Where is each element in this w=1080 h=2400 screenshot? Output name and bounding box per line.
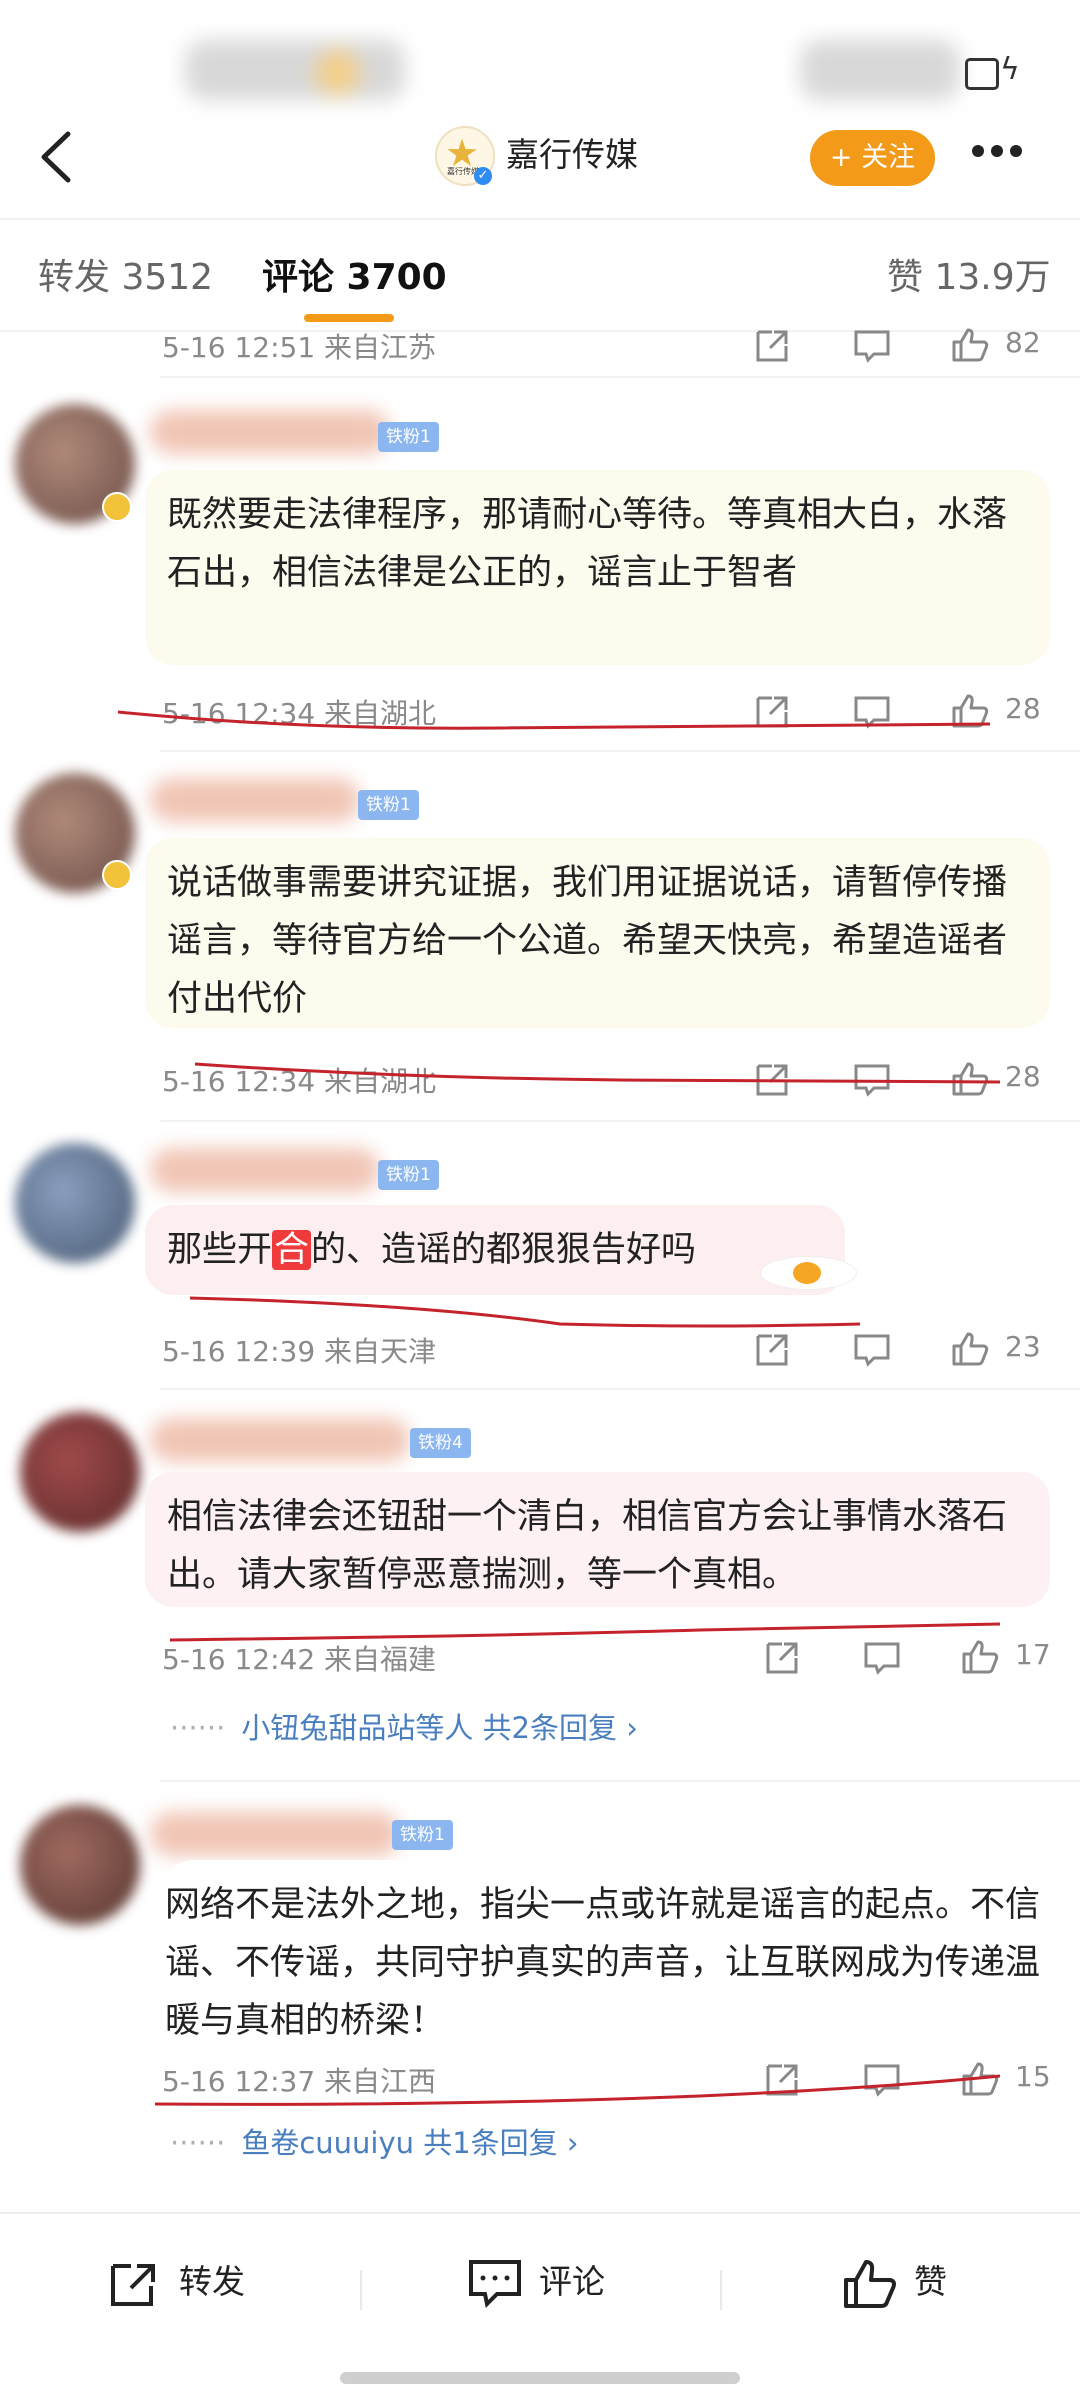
red-annotation-line [117, 710, 991, 730]
comment-button[interactable]: 评论 [465, 2255, 605, 2312]
highlighted-char: 合 [272, 1230, 312, 1270]
status-bar-right [800, 40, 960, 100]
red-annotation-line [154, 2074, 1001, 2106]
comment-text: 网络不是法外之地，指尖一点或许就是谣言的起点。不信谣、不传谣，共同守护真实的声音… [165, 1860, 1065, 2050]
red-annotation-line [189, 1296, 861, 1328]
header-divider [0, 218, 1080, 220]
comment-divider [160, 1120, 1080, 1122]
like-icon [844, 2259, 896, 2308]
more-dot-icon [972, 145, 984, 157]
follow-button[interactable]: + 关注 [810, 130, 935, 186]
comment-text: 相信法律会还钮甜一个清白，相信官方会让事情水落石出。请大家暂停恶意揣测，等一个真… [145, 1472, 1050, 1607]
comment-divider [160, 750, 1080, 752]
tab-likes[interactable]: 赞 13.9万 [887, 248, 1051, 300]
comment-meta: 5-16 12:51 来自江苏 [162, 331, 437, 364]
back-arrow-icon [41, 131, 71, 183]
username[interactable] [150, 1812, 400, 1856]
comment-divider [160, 1780, 1080, 1782]
like-icon[interactable] [950, 326, 990, 364]
red-annotation-line [169, 1622, 1001, 1642]
username[interactable] [150, 1418, 410, 1462]
username[interactable] [150, 778, 360, 822]
replies-label: 小钮兔甜品站等人 共2条回复 › [241, 1711, 638, 1745]
verified-badge-icon [102, 860, 132, 890]
repost-button[interactable]: 转发 [105, 2255, 245, 2312]
verified-badge-icon [102, 492, 132, 522]
comment-divider [160, 1388, 1080, 1390]
comment-text: 既然要走法律程序，那请耐心等待。等真相大白，水落石出，相信法律是公正的，谣言止于… [145, 470, 1050, 665]
charging-icon: ϟ [1000, 52, 1020, 87]
comment-icon[interactable] [852, 328, 892, 364]
bar-divider [360, 2270, 362, 2310]
active-tab-indicator [304, 314, 394, 322]
home-indicator[interactable] [340, 2372, 740, 2384]
tab-comments[interactable]: 评论 3700 [262, 248, 447, 300]
view-replies-link[interactable]: ······ 鱼卷cuuuiyu 共1条回复 › [170, 2120, 578, 2162]
back-button[interactable] [30, 122, 90, 192]
comment-label: 评论 [539, 2262, 605, 2301]
comment-divider [160, 376, 1080, 378]
reply-dots: ······ [170, 2126, 226, 2160]
repost-label: 转发 [179, 2262, 245, 2301]
replies-label: 鱼卷cuuuiyu 共1条回复 › [241, 2126, 579, 2160]
fan-badge: 铁粉1 [378, 1160, 439, 1190]
username[interactable] [150, 1148, 380, 1192]
status-bar-left [185, 40, 405, 100]
fan-badge: 铁粉1 [378, 422, 439, 452]
fan-badge: 铁粉1 [358, 790, 419, 820]
verified-icon: ✓ [474, 167, 492, 185]
comment-text-part: 那些开 [167, 1230, 273, 1270]
bottom-bar-divider [0, 2212, 1080, 2214]
fan-badge: 铁粉4 [410, 1428, 471, 1458]
share-icon[interactable] [752, 328, 792, 364]
repost-icon [111, 2263, 155, 2306]
more-dot-icon [1010, 145, 1022, 157]
username[interactable] [150, 410, 390, 454]
reply-dots: ······ [170, 1711, 226, 1745]
more-options-button[interactable] [972, 142, 1032, 162]
battery-icon [965, 58, 999, 90]
bar-divider [720, 2270, 722, 2310]
view-replies-link[interactable]: ······ 小钮兔甜品站等人 共2条回复 › [170, 1705, 638, 1747]
fan-badge: 铁粉1 [392, 1820, 453, 1850]
avatar[interactable] [15, 1143, 135, 1263]
tab-repost[interactable]: 转发 3512 [38, 248, 213, 300]
like-button[interactable]: 赞 [840, 2255, 947, 2312]
account-name[interactable]: 嘉行传媒 [506, 128, 638, 176]
comment-icon [469, 2259, 521, 2308]
more-dot-icon [991, 145, 1003, 157]
like-label: 赞 [914, 2262, 947, 2301]
avatar[interactable] [20, 1412, 140, 1532]
comment-text: 说话做事需要讲究证据，我们用证据说话，请暂停传播谣言，等待官方给一个公道。希望天… [145, 838, 1050, 1028]
comment-text-part: 的、造谣的都狠狠告好吗 [311, 1230, 697, 1270]
red-annotation-line [194, 1062, 1001, 1084]
like-count: 82 [1005, 326, 1041, 359]
avatar[interactable] [20, 1805, 140, 1925]
